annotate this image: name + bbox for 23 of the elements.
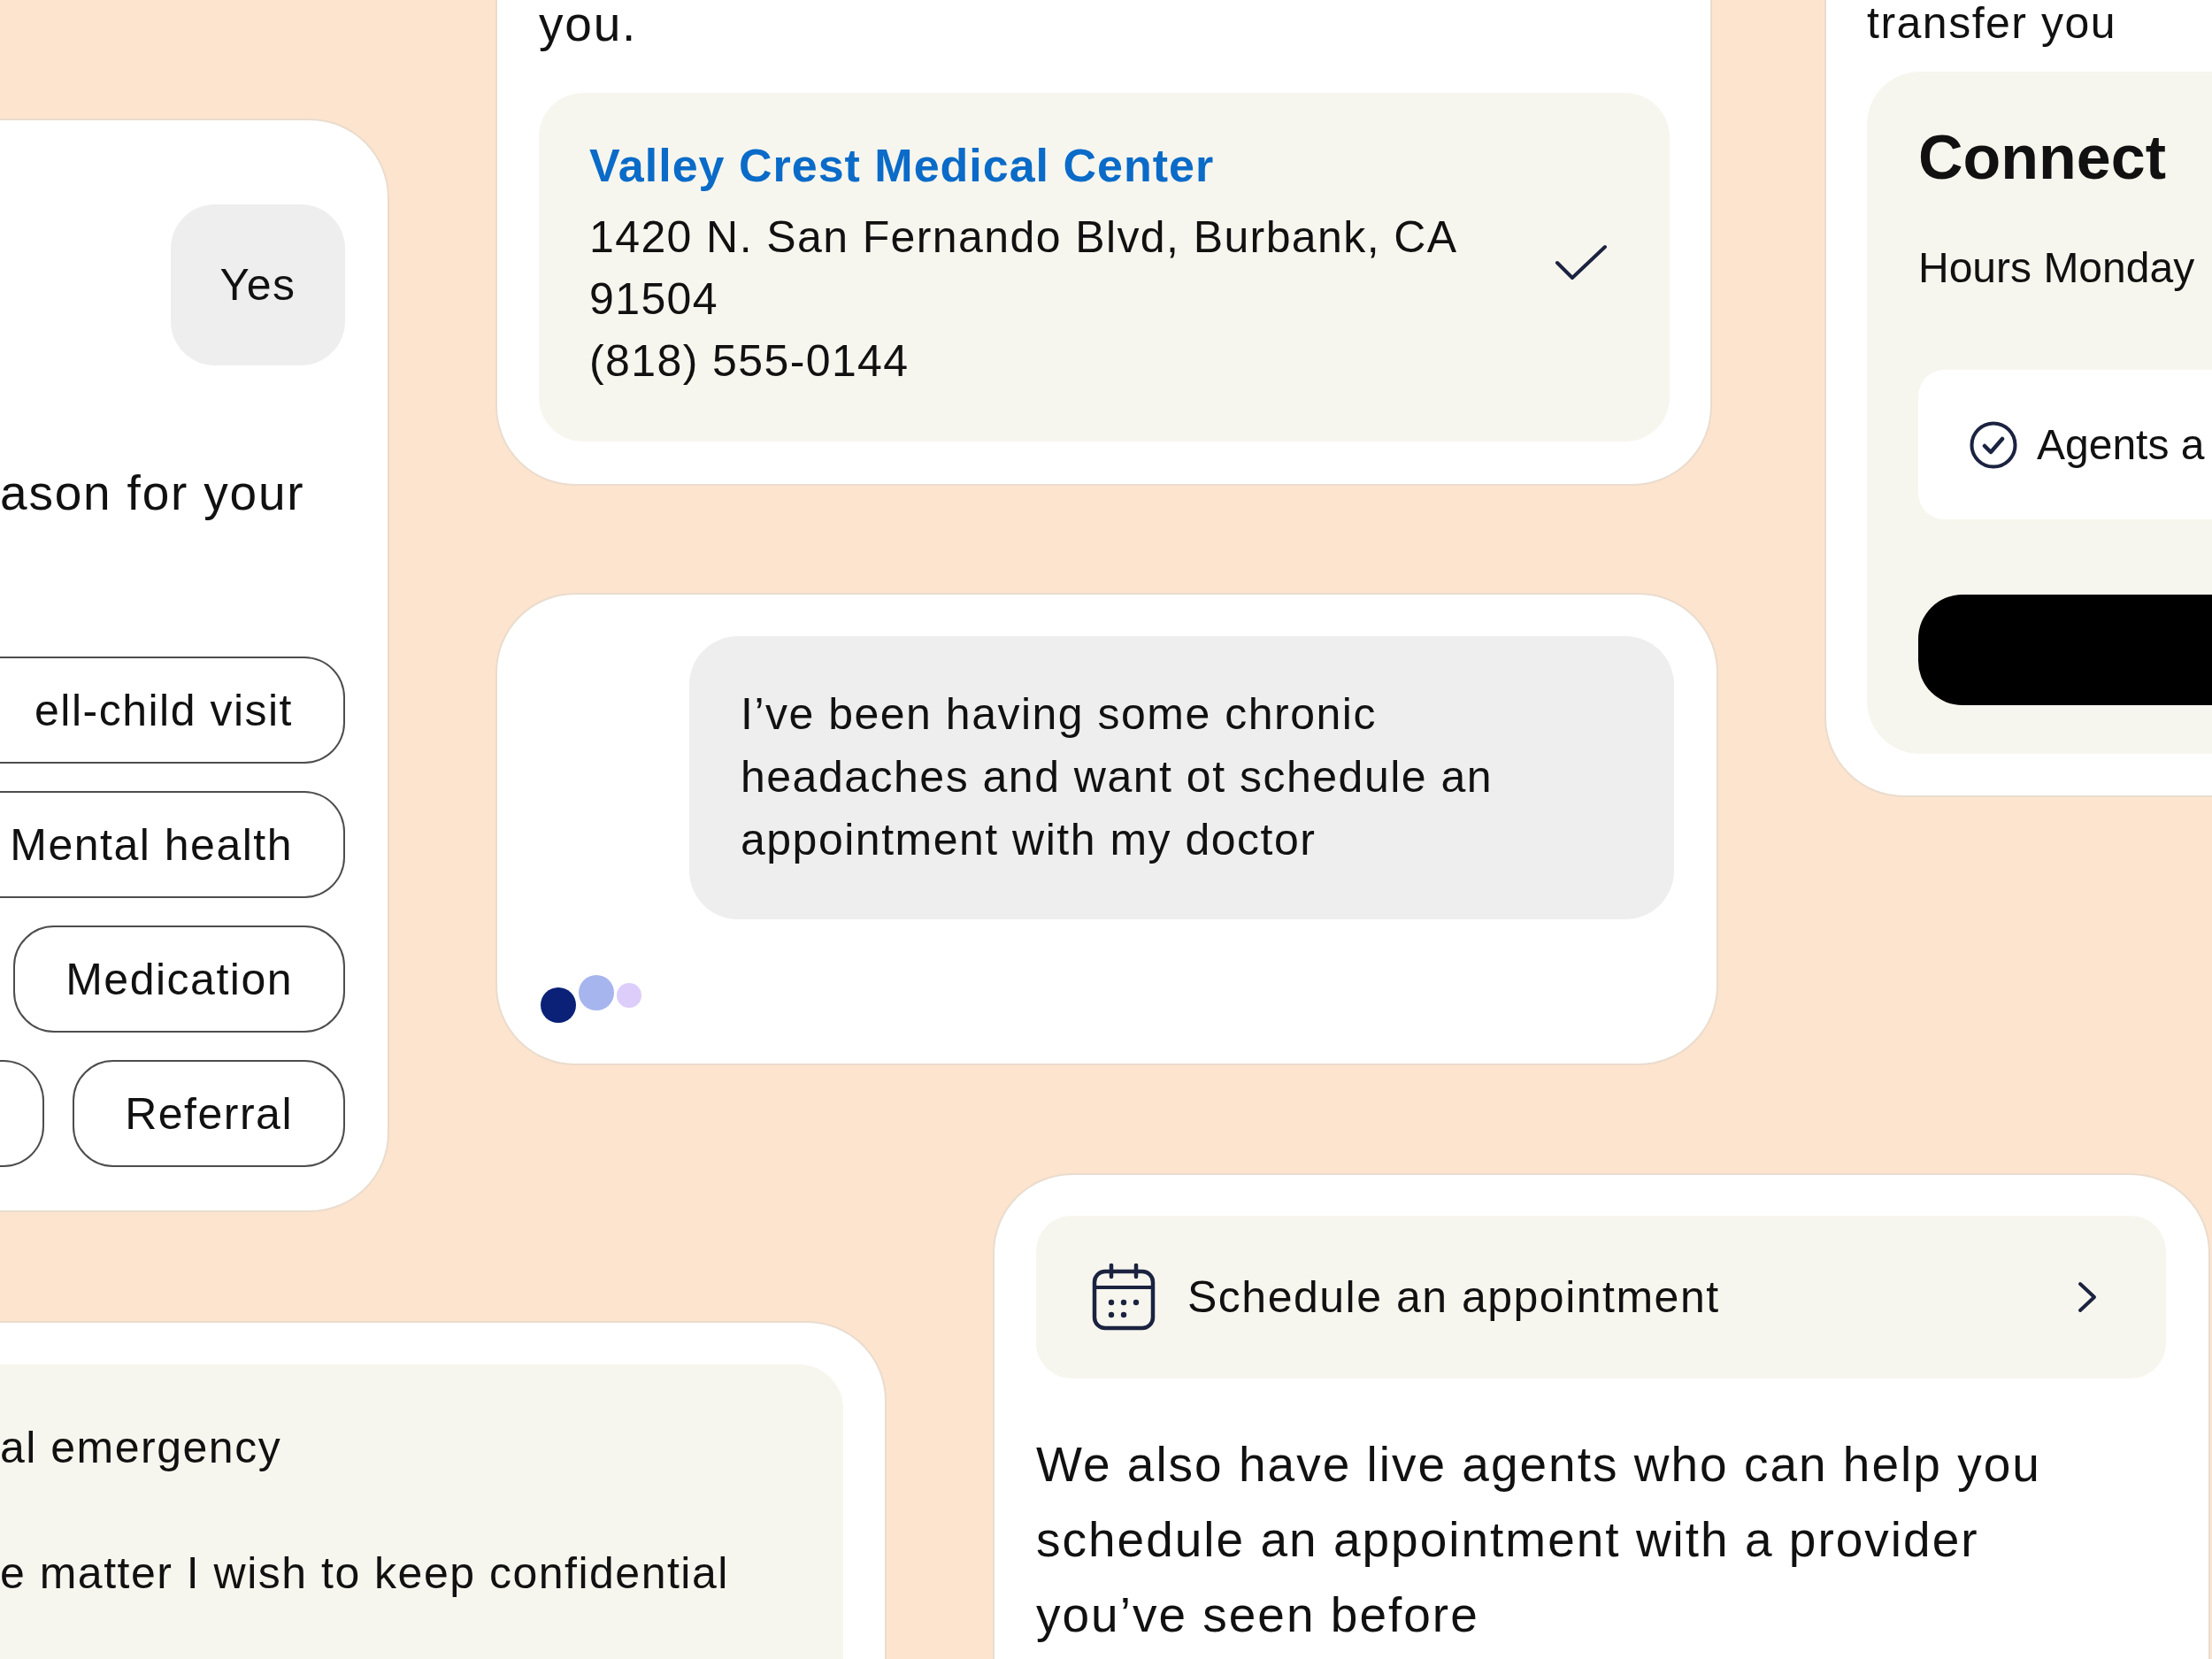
message-bubble: I’ve been having some chronic headaches and want ot schedule an appointment with my doctor [689,636,1674,919]
reply-bubble: Yes [171,204,345,365]
phone-number: (818) 555-0144 [589,335,910,388]
option-button[interactable]: ell-child visit [0,657,345,764]
schedule-button[interactable]: Schedule an appointment [1036,1216,2166,1379]
agent-title: Connect [1918,122,2167,194]
status-text: Agents a [2037,419,2205,470]
calendar-icon [1092,1263,1156,1331]
question-text: ason for your [0,465,306,522]
option-text: e matter I wish to keep confidential [0,1548,729,1600]
option-button[interactable]: Medication [13,926,345,1033]
action-button[interactable] [1918,595,2212,705]
info-text: We also have live agents who can help you schedule an appointment with a provider you’ve seen before [1036,1436,2042,1644]
option-text: al emergency [0,1422,282,1474]
location-option[interactable]: Valley Crest Medical Center 1420 N. San Fernando Blvd, Burbank, CA 91504 (818) 555-0144 [539,93,1670,442]
hours-text: Hours Monday [1918,243,2196,293]
location-address: 1420 N. San Fernando Blvd, Burbank, CA 91504 [589,211,1457,326]
chevron-right-icon [2078,1281,2097,1313]
option-button[interactable]: Referral [73,1060,345,1167]
location-name: Valley Crest Medical Center [589,139,1216,193]
intro-text: transfer you [1867,0,2117,46]
option-button[interactable]: Mental health [0,791,345,898]
check-circle-icon [1970,420,2017,469]
